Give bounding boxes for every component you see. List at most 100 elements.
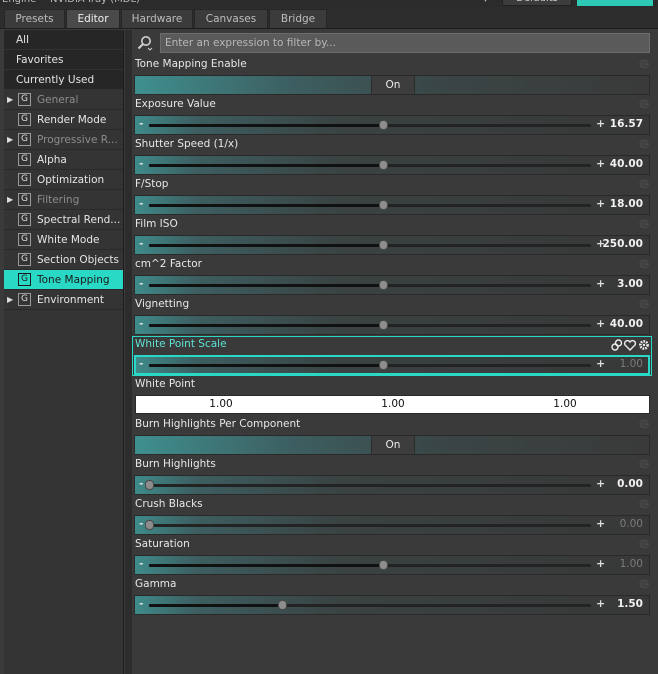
slider-control[interactable]: - +40.00 xyxy=(134,155,650,175)
search-icon[interactable] xyxy=(137,35,153,51)
gear-icon[interactable] xyxy=(638,178,650,190)
slider-value[interactable]: 1.00 xyxy=(620,358,643,370)
favorite-heart-icon[interactable] xyxy=(623,339,637,351)
increment-button[interactable]: + xyxy=(596,357,605,370)
gear-icon[interactable] xyxy=(638,138,650,150)
slider-value[interactable]: 0.00 xyxy=(617,478,643,490)
slider-knob[interactable] xyxy=(145,480,154,490)
gear-icon[interactable] xyxy=(638,258,650,270)
decrement-button[interactable]: - xyxy=(139,357,144,370)
slider-value[interactable]: 40.00 xyxy=(610,318,643,330)
decrement-button[interactable]: - xyxy=(139,237,144,250)
gear-icon[interactable] xyxy=(638,578,650,590)
slider-knob[interactable] xyxy=(278,600,287,610)
slider-control[interactable]: - +1.00 xyxy=(134,555,650,575)
slider-control[interactable]: - +1.50 xyxy=(134,595,650,615)
render-button[interactable]: Render xyxy=(577,0,653,6)
sidebar-item-environment[interactable]: ▶ G Environment xyxy=(4,290,123,310)
increment-button[interactable]: + xyxy=(596,157,605,170)
increment-button[interactable]: + xyxy=(596,597,605,610)
slider-knob[interactable] xyxy=(379,200,388,210)
increment-button[interactable]: + xyxy=(596,277,605,290)
slider-knob[interactable] xyxy=(145,520,154,530)
increment-button[interactable]: + xyxy=(596,477,605,490)
expand-arrow-icon[interactable]: ▶ xyxy=(7,290,13,310)
decrement-button[interactable]: - xyxy=(139,557,144,570)
decrement-button[interactable]: - xyxy=(139,477,144,490)
defaults-button[interactable]: Defaults xyxy=(502,0,572,6)
tab-hardware[interactable]: Hardware xyxy=(121,9,193,28)
sidebar-item-tone-mapping[interactable]: G Tone Mapping xyxy=(4,270,123,290)
expand-arrow-icon[interactable]: ▶ xyxy=(7,130,13,150)
slider-track[interactable] xyxy=(149,484,591,487)
sidebar-item-favorites[interactable]: Favorites xyxy=(4,50,123,70)
expand-arrow-icon[interactable]: ▶ xyxy=(7,190,13,210)
slider-value[interactable]: 3.00 xyxy=(617,278,643,290)
sidebar-item-progressive-r[interactable]: ▶ G Progressive R... xyxy=(4,130,123,150)
tab-canvases[interactable]: Canvases xyxy=(194,9,268,28)
dropdown-arrow-icon[interactable]: ▾ xyxy=(483,0,488,5)
slider-knob[interactable] xyxy=(379,320,388,330)
slider-control[interactable]: - +250.00 xyxy=(134,235,650,255)
slider-control[interactable]: - +3.00 xyxy=(134,275,650,295)
gear-icon[interactable] xyxy=(638,58,650,70)
splitter[interactable] xyxy=(125,30,132,674)
slider-knob[interactable] xyxy=(379,160,388,170)
gear-icon[interactable] xyxy=(638,458,650,470)
slider-value[interactable]: 18.00 xyxy=(610,198,643,210)
sidebar-item-general[interactable]: ▶ G General xyxy=(4,90,123,110)
color-r-value[interactable]: 1.00 xyxy=(136,396,306,413)
link-icon[interactable] xyxy=(611,339,623,351)
sidebar-item-render-mode[interactable]: G Render Mode xyxy=(4,110,123,130)
decrement-button[interactable]: - xyxy=(139,197,144,210)
slider-control[interactable]: - +0.00 xyxy=(134,515,650,535)
color-b-value[interactable]: 1.00 xyxy=(480,396,650,413)
color-g-value[interactable]: 1.00 xyxy=(308,396,478,413)
sidebar-item-filtering[interactable]: ▶ G Filtering xyxy=(4,190,123,210)
gear-icon[interactable] xyxy=(638,538,650,550)
decrement-button[interactable]: - xyxy=(139,517,144,530)
tab-editor[interactable]: Editor xyxy=(66,9,120,28)
slider-value[interactable]: 1.00 xyxy=(620,558,643,570)
decrement-button[interactable]: - xyxy=(139,317,144,330)
sidebar-item-currently-used[interactable]: Currently Used xyxy=(4,70,123,90)
decrement-button[interactable]: - xyxy=(139,277,144,290)
slider-control[interactable]: - +18.00 xyxy=(134,195,650,215)
slider-value[interactable]: 16.57 xyxy=(610,118,643,130)
expand-arrow-icon[interactable]: ▶ xyxy=(7,90,13,110)
increment-button[interactable]: + xyxy=(596,517,605,530)
slider-track[interactable] xyxy=(149,524,591,527)
increment-button[interactable]: + xyxy=(596,557,605,570)
decrement-button[interactable]: - xyxy=(139,597,144,610)
filter-input[interactable] xyxy=(160,33,650,53)
gear-icon[interactable] xyxy=(638,298,650,310)
sidebar-item-spectral-rend[interactable]: G Spectral Rend... xyxy=(4,210,123,230)
sidebar-item-section-objects[interactable]: G Section Objects xyxy=(4,250,123,270)
slider-control[interactable]: - +0.00 xyxy=(134,475,650,495)
increment-button[interactable]: + xyxy=(596,197,605,210)
sidebar-item-optimization[interactable]: G Optimization xyxy=(4,170,123,190)
slider-control[interactable]: - +1.00 xyxy=(134,355,650,375)
slider-knob[interactable] xyxy=(379,120,388,130)
gear-icon[interactable] xyxy=(638,218,650,230)
gear-icon[interactable] xyxy=(638,98,650,110)
slider-control[interactable]: - +16.57 xyxy=(134,115,650,135)
slider-control[interactable]: - +40.00 xyxy=(134,315,650,335)
tab-presets[interactable]: Presets xyxy=(4,9,65,28)
slider-knob[interactable] xyxy=(379,280,388,290)
gear-icon[interactable] xyxy=(638,418,650,430)
tab-bridge[interactable]: Bridge xyxy=(269,9,327,28)
slider-value[interactable]: 1.50 xyxy=(617,598,643,610)
slider-knob[interactable] xyxy=(379,240,388,250)
sidebar-item-white-mode[interactable]: G White Mode xyxy=(4,230,123,250)
slider-value[interactable]: 40.00 xyxy=(610,158,643,170)
gear-icon[interactable] xyxy=(639,340,649,350)
increment-button[interactable]: + xyxy=(596,117,605,130)
decrement-button[interactable]: - xyxy=(139,157,144,170)
sidebar-item-alpha[interactable]: G Alpha xyxy=(4,150,123,170)
slider-knob[interactable] xyxy=(379,560,388,570)
toggle-control[interactable]: On xyxy=(134,435,650,455)
gear-icon[interactable] xyxy=(638,498,650,510)
slider-knob[interactable] xyxy=(379,360,388,370)
increment-button[interactable]: + xyxy=(596,317,605,330)
